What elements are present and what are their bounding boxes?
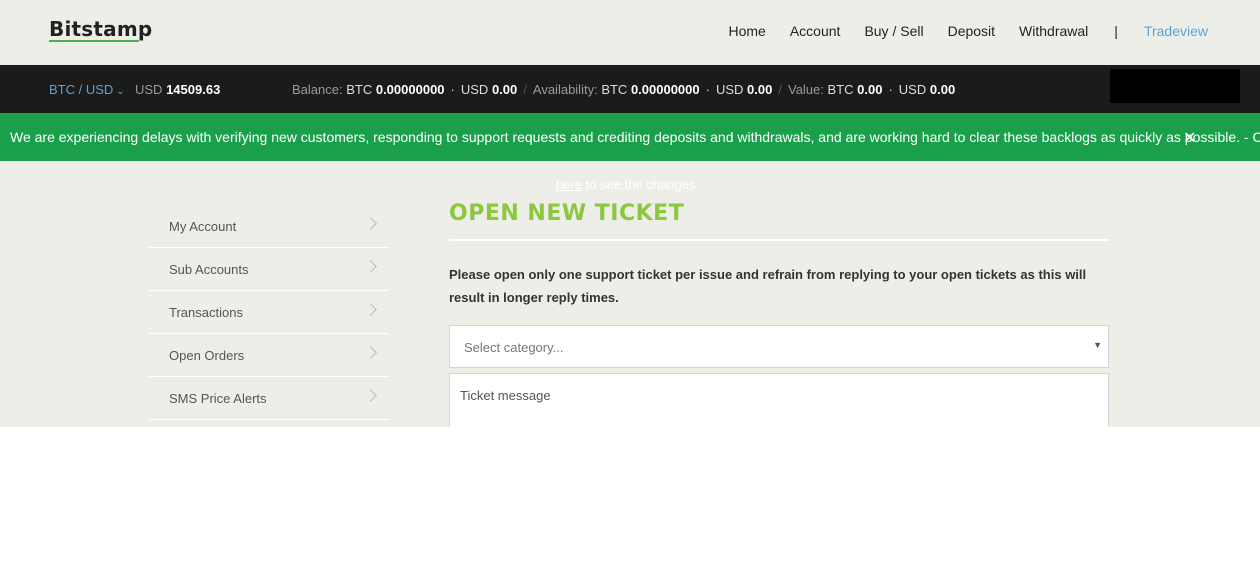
- category-placeholder: Select category...: [464, 340, 564, 355]
- last-price: USD 14509.63: [135, 82, 220, 97]
- price-currency: USD: [135, 82, 163, 97]
- currency-pair-selector[interactable]: BTC / USD ⌄: [49, 82, 125, 97]
- value-usd-value: 0.00: [929, 82, 956, 97]
- ticket-form: OPEN NEW TICKET Please open only one sup…: [449, 201, 1109, 427]
- header: Bitstamp Home Account Buy / Sell Deposit…: [0, 0, 1260, 65]
- chevron-right-icon: [364, 217, 377, 230]
- value-label: Value:: [787, 82, 824, 97]
- chevron-right-icon: [364, 346, 377, 359]
- balance-usd-value: 0.00: [491, 82, 518, 97]
- sidebar-item-label: Open Orders: [169, 348, 245, 363]
- nav-tradeview[interactable]: Tradeview: [1144, 23, 1208, 39]
- banner-continuation-text: to see the changes: [582, 177, 696, 192]
- nav-separator: |: [1114, 23, 1118, 39]
- availability-usd-value: 0.00: [747, 82, 773, 97]
- balance-usd-label: USD: [460, 82, 489, 97]
- price-value: 14509.63: [166, 82, 221, 97]
- dot-separator: ·: [705, 82, 710, 97]
- main-nav: Home Account Buy / Sell Deposit Withdraw…: [704, 23, 1208, 39]
- bitstamp-logo[interactable]: Bitstamp: [49, 17, 152, 41]
- balance-summary: Balance: BTC 0.00000000 · USD 0.00 / Availab…: [292, 82, 955, 97]
- availability-btc-label: BTC: [601, 82, 628, 97]
- page-title: OPEN NEW TICKET: [449, 201, 685, 226]
- ticket-message-field[interactable]: Ticket message: [449, 373, 1109, 427]
- balance-btc-value: 0.00000000: [375, 82, 445, 97]
- availability-usd-label: USD: [715, 82, 744, 97]
- balance-label: Balance:: [292, 82, 343, 97]
- dot-separator: ·: [450, 82, 455, 97]
- notice-banner: We are experiencing delays with verifyin…: [0, 113, 1260, 161]
- value-btc-label: BTC: [827, 82, 854, 97]
- account-sidebar: My Account Sub Accounts Transactions Ope…: [149, 205, 389, 420]
- sidebar-item-sub-accounts[interactable]: Sub Accounts: [149, 248, 389, 291]
- chevron-right-icon: [364, 303, 377, 316]
- value-usd-label: USD: [898, 82, 927, 97]
- nav-account[interactable]: Account: [790, 23, 841, 39]
- availability-label: Availability:: [532, 82, 598, 97]
- slash-separator: /: [778, 82, 782, 97]
- sidebar-item-my-account[interactable]: My Account: [149, 205, 389, 248]
- banner-continuation: here to see the changes: [556, 177, 696, 192]
- sidebar-item-open-orders[interactable]: Open Orders: [149, 334, 389, 377]
- nav-withdrawal[interactable]: Withdrawal: [1019, 23, 1088, 39]
- banner-message: We are experiencing delays with verifyin…: [10, 129, 1260, 145]
- slash-separator: /: [523, 82, 527, 97]
- ticket-notice: Please open only one support ticket per …: [449, 267, 1087, 305]
- logo-underline: [49, 40, 139, 42]
- chevron-down-icon: ⌄: [116, 86, 125, 97]
- sidebar-item-label: Sub Accounts: [169, 262, 249, 277]
- value-btc-value: 0.00: [857, 82, 883, 97]
- ticket-message-placeholder: Ticket message: [460, 388, 551, 403]
- nav-home[interactable]: Home: [728, 23, 765, 39]
- chevron-right-icon: [364, 389, 377, 402]
- nav-deposit[interactable]: Deposit: [948, 23, 995, 39]
- balance-btc-label: BTC: [346, 82, 373, 97]
- sidebar-item-label: SMS Price Alerts: [169, 391, 267, 406]
- chevron-right-icon: [364, 260, 377, 273]
- dropdown-arrow-icon: ▼: [1093, 340, 1102, 350]
- ticker-bar: BTC / USD ⌄ USD 14509.63 Balance: BTC 0.0…: [0, 65, 1260, 113]
- nav-buy-sell[interactable]: Buy / Sell: [864, 23, 923, 39]
- category-select[interactable]: Select category... ▼: [449, 325, 1109, 368]
- page-content: here to see the changes My Account Sub A…: [0, 161, 1260, 427]
- currency-pair-label: BTC / USD: [49, 82, 114, 97]
- banner-here-link[interactable]: here: [556, 177, 582, 192]
- sidebar-item-transactions[interactable]: Transactions: [149, 291, 389, 334]
- close-icon[interactable]: ✕: [1183, 128, 1196, 148]
- title-divider: [449, 239, 1109, 241]
- redacted-box: [1110, 69, 1240, 103]
- availability-btc-value: 0.00000000: [630, 82, 700, 97]
- sidebar-item-label: Transactions: [169, 305, 243, 320]
- sidebar-item-sms-price-alerts[interactable]: SMS Price Alerts: [149, 377, 389, 420]
- sidebar-item-label: My Account: [169, 219, 237, 234]
- dot-separator: ·: [888, 82, 893, 97]
